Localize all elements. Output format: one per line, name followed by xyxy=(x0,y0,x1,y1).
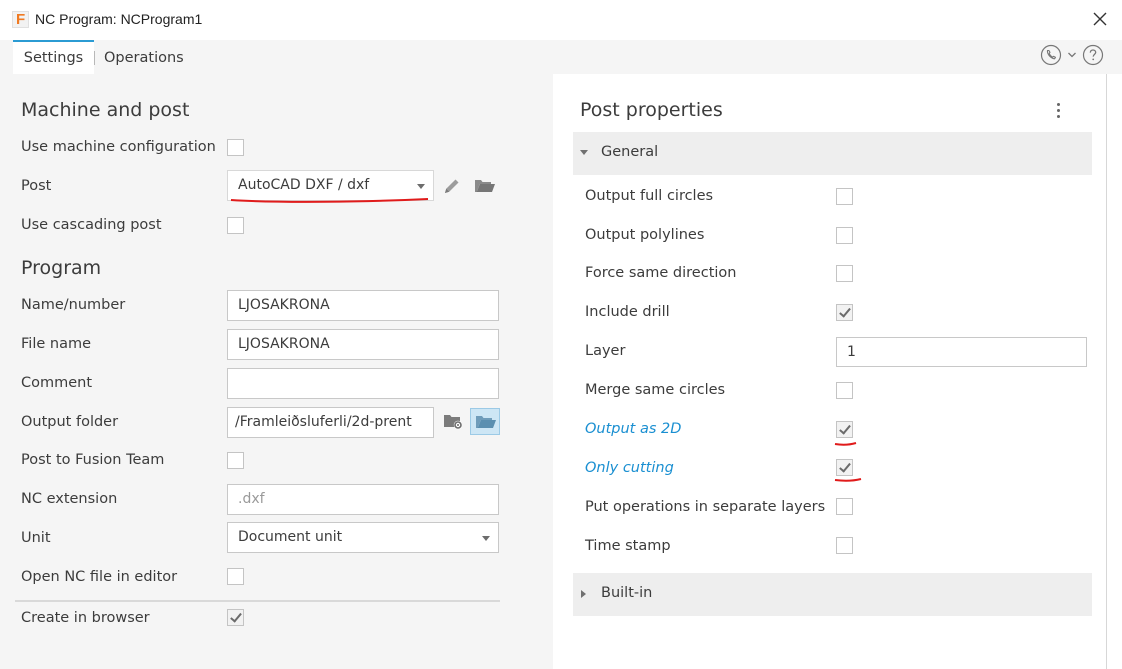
nc-extension-input[interactable]: .dxf xyxy=(227,484,499,515)
folder-gear-icon[interactable] xyxy=(442,412,466,436)
include-drill-checkbox[interactable] xyxy=(836,304,853,321)
output-folder-input[interactable]: /Framleiðsluferli/2d-prent xyxy=(227,407,434,438)
output-full-circles-checkbox[interactable] xyxy=(836,188,853,205)
open-nc-file-in-editor-label: Open NC file in editor xyxy=(21,569,178,585)
section-title-machine-and-post: Machine and post xyxy=(21,99,190,121)
force-same-direction-checkbox[interactable] xyxy=(836,265,853,282)
post-label: Post xyxy=(21,178,52,194)
comment-label: Comment xyxy=(21,375,93,391)
panel-border xyxy=(1106,74,1107,669)
unit-label: Unit xyxy=(21,530,51,546)
folder-open-icon[interactable] xyxy=(473,176,497,200)
folder-open-icon xyxy=(476,416,496,428)
layer-input[interactable]: 1 xyxy=(836,337,1087,367)
tab-separator xyxy=(94,51,95,65)
file-name-label: File name xyxy=(21,336,91,352)
group-general-header[interactable]: General xyxy=(573,132,1092,175)
only-cutting-checkbox[interactable] xyxy=(836,459,853,476)
layer-label: Layer xyxy=(585,343,626,359)
close-icon[interactable] xyxy=(1090,9,1110,29)
tab-bar: Settings Operations xyxy=(0,40,1122,74)
group-built-in-label: Built-in xyxy=(601,585,653,601)
force-same-direction-label: Force same direction xyxy=(585,265,737,281)
tab-operations[interactable]: Operations xyxy=(104,40,184,74)
output-polylines-label: Output polylines xyxy=(585,227,705,243)
file-name-input[interactable]: LJOSAKRONA xyxy=(227,329,499,360)
output-folder-label: Output folder xyxy=(21,414,119,430)
name-number-label: Name/number xyxy=(21,297,126,313)
use-machine-configuration-checkbox[interactable] xyxy=(227,139,244,156)
section-title-program: Program xyxy=(21,257,102,279)
put-operations-in-separate-layers-checkbox[interactable] xyxy=(836,498,853,515)
include-drill-label: Include drill xyxy=(585,304,670,320)
time-stamp-checkbox[interactable] xyxy=(836,537,853,554)
tabbar-icons xyxy=(1040,44,1104,70)
chevron-down-icon[interactable] xyxy=(1066,44,1078,70)
merge-same-circles-label: Merge same circles xyxy=(585,382,726,398)
nc-extension-label: NC extension xyxy=(21,491,118,507)
fusion-app-icon: F xyxy=(12,11,29,28)
more-vertical-icon[interactable] xyxy=(1050,100,1066,124)
name-number-input[interactable]: LJOSAKRONA xyxy=(227,290,499,321)
post-select[interactable]: AutoCAD DXF / dxf xyxy=(227,170,434,201)
output-as-2d-checkbox[interactable] xyxy=(836,421,853,438)
put-operations-in-separate-layers-label: Put operations in separate layers xyxy=(585,499,826,515)
merge-same-circles-checkbox[interactable] xyxy=(836,382,853,399)
create-in-browser-label: Create in browser xyxy=(21,610,150,626)
caret-right-icon xyxy=(581,590,586,598)
caret-down-icon xyxy=(580,150,588,155)
post-to-fusion-team-label: Post to Fusion Team xyxy=(21,452,165,468)
post-to-fusion-team-checkbox[interactable] xyxy=(227,452,244,469)
section-title-post-properties: Post properties xyxy=(580,99,723,121)
output-full-circles-label: Output full circles xyxy=(585,188,714,204)
create-in-browser-checkbox[interactable] xyxy=(227,609,244,626)
unit-select[interactable]: Document unit xyxy=(227,522,499,553)
time-stamp-label: Time stamp xyxy=(585,538,671,554)
window-title: NC Program: NCProgram1 xyxy=(35,11,203,27)
help-icon[interactable] xyxy=(1082,44,1104,70)
divider xyxy=(15,600,500,602)
phone-icon[interactable] xyxy=(1040,44,1062,70)
open-output-folder-button[interactable] xyxy=(470,408,500,435)
use-cascading-post-label: Use cascading post xyxy=(21,217,162,233)
use-machine-configuration-label: Use machine configuration xyxy=(21,139,216,155)
tab-settings[interactable]: Settings xyxy=(13,40,94,74)
title-bar: F NC Program: NCProgram1 xyxy=(0,0,1122,40)
group-built-in-header[interactable]: Built-in xyxy=(573,573,1092,616)
only-cutting-label: Only cutting xyxy=(585,460,674,476)
group-general-label: General xyxy=(601,144,659,160)
use-cascading-post-checkbox[interactable] xyxy=(227,217,244,234)
output-polylines-checkbox[interactable] xyxy=(836,227,853,244)
output-as-2d-label: Output as 2D xyxy=(585,421,682,437)
comment-input[interactable] xyxy=(227,368,499,399)
pencil-icon[interactable] xyxy=(442,176,462,200)
open-nc-file-in-editor-checkbox[interactable] xyxy=(227,568,244,585)
